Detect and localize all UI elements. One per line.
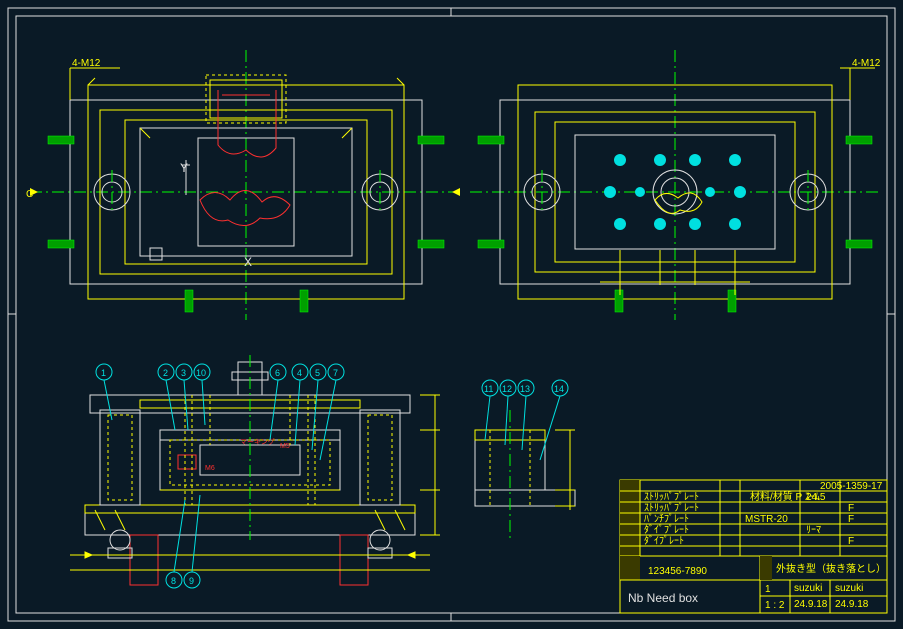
top-left-view: C Y X 4-M12: [26, 50, 460, 320]
row4a: ﾀﾞｲﾟﾌﾟﾚｰﾄ: [644, 524, 689, 536]
mat2: suzuki: [835, 583, 863, 594]
balloon-6: 6: [275, 368, 280, 378]
balloon-group: 1 2 3 10 6 4 5 7 8 9: [96, 364, 344, 588]
top-right-view: 4-M12: [470, 50, 881, 320]
balloon-8: 8: [171, 576, 176, 586]
scale-top: 1: [765, 584, 771, 595]
cad-drawing: C Y X 4-M12 4-M12 マーキング M5 M6 1 2 3 10 6…: [0, 0, 903, 629]
balloon-14: 14: [554, 384, 564, 394]
marking-label: マーキング: [240, 437, 275, 446]
hole-note-right: 4-M12: [852, 58, 881, 69]
balloon-1: 1: [101, 368, 106, 378]
row3b: F: [848, 503, 854, 514]
title-block: 2005-1359-17 ｽﾄﾘｯﾊﾟﾌﾟﾚｰﾄ 材料/材質 P ｽｰﾑ ｽﾄﾘ…: [620, 480, 887, 613]
dim1: 24.5: [806, 492, 826, 503]
front-section-view: マーキング M5 M6 1 2 3 10 6 4 5 7 8 9: [70, 355, 440, 588]
row1a: ｽﾄﾘｯﾊﾟﾌﾟﾚｰﾄ: [644, 491, 699, 503]
code2: 24.9.18: [835, 599, 869, 610]
balloon-4: 4: [297, 368, 302, 378]
row5a: ﾀﾞｲﾌﾟﾚｰﾄ: [644, 535, 684, 547]
balloon-11: 11: [484, 384, 493, 394]
balloon-9: 9: [189, 576, 194, 586]
drawing-number: 123456-7890: [648, 566, 707, 577]
row3a: ﾊﾟﾝﾁﾌﾟﾚｰﾄ: [644, 513, 689, 525]
mat1: suzuki: [794, 583, 822, 594]
scale: 1 : 2: [765, 600, 785, 611]
spec1: 2005-1359-17: [820, 481, 883, 492]
side-section-view: 11 12 13 14: [475, 380, 575, 540]
m6-label: M6: [205, 465, 215, 472]
balloon-2: 2: [163, 368, 168, 378]
row4b: F: [848, 514, 854, 525]
balloon-7: 7: [333, 368, 338, 378]
drawing-title: 外抜き型（抜き落とし）: [776, 562, 886, 575]
row5b: F: [848, 536, 854, 547]
axis-x-label: X: [244, 255, 252, 269]
row1b: MSTR-20: [745, 514, 788, 525]
balloon-10: 10: [196, 368, 206, 378]
balloon-13: 13: [520, 384, 530, 394]
balloon-5: 5: [315, 368, 320, 378]
row2a: ｽﾄﾘｯﾊﾟﾌﾟﾚｰﾄ: [644, 502, 699, 514]
balloon-12: 12: [502, 384, 512, 394]
axis-y-label: Y: [180, 161, 188, 175]
footer-label: Nb Need box: [628, 591, 698, 605]
hole-note-left: 4-M12: [72, 58, 101, 69]
m5-label: M5: [280, 443, 290, 450]
code1: 24.9.18: [794, 599, 828, 610]
dim2: ﾘｰﾏ: [806, 525, 821, 536]
balloon-3: 3: [181, 368, 186, 378]
